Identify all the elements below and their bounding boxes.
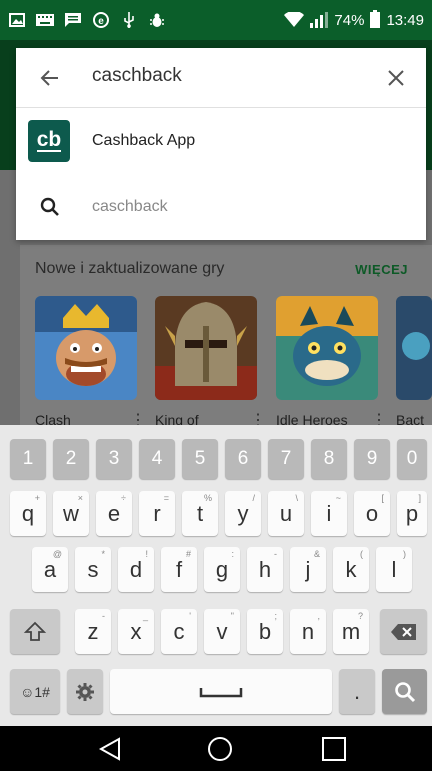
key-f[interactable]: # f: [161, 547, 197, 592]
suggestion-label: caschback: [92, 198, 168, 215]
key-n[interactable]: ,n: [290, 609, 326, 654]
key-6[interactable]: 6: [225, 439, 261, 479]
space-bar[interactable]: [110, 669, 332, 714]
backspace-key[interactable]: [380, 609, 427, 654]
period-key[interactable]: .: [339, 669, 375, 714]
keyboard-search-key[interactable]: [382, 669, 427, 714]
backspace-icon: [390, 623, 416, 640]
e-icon: e: [92, 12, 110, 28]
shift-key[interactable]: [10, 609, 60, 654]
navigation-bar: [0, 726, 432, 771]
gallery-icon: [8, 12, 26, 28]
usb-icon: [120, 12, 138, 28]
keyboard: 1 2 3 4 5 6 7 8 9 0 + q × w ÷ e = r % t / y \ u…: [0, 425, 432, 726]
back-icon[interactable]: [95, 734, 125, 764]
key-0[interactable]: 0: [397, 439, 427, 479]
message-icon: [64, 12, 82, 28]
key-o[interactable]: [o: [354, 491, 390, 536]
key-z[interactable]: -z: [75, 609, 111, 654]
gear-icon: [76, 682, 94, 701]
cashback-app-icon: cb: [28, 120, 70, 162]
key-y[interactable]: / y: [225, 491, 261, 536]
space-icon: [199, 687, 243, 697]
key-w[interactable]: × w: [53, 491, 89, 536]
search-icon: [394, 681, 415, 702]
clock: 13:49: [386, 11, 424, 29]
home-icon[interactable]: [205, 734, 235, 764]
search-input[interactable]: [92, 65, 372, 87]
key-l[interactable]: ) l: [376, 547, 412, 592]
key-8[interactable]: 8: [311, 439, 347, 479]
suggestion-query[interactable]: caschback: [16, 174, 426, 240]
key-q[interactable]: + q: [10, 491, 46, 536]
app-tile-king-of[interactable]: [155, 296, 257, 400]
key-3[interactable]: 3: [96, 439, 132, 479]
key-a[interactable]: @ a: [32, 547, 68, 592]
symbols-key[interactable]: ☺1#: [10, 669, 60, 714]
signal-icon: [310, 12, 329, 28]
key-i[interactable]: ~ i: [311, 491, 347, 536]
key-5[interactable]: 5: [182, 439, 218, 479]
back-arrow-icon[interactable]: [38, 66, 62, 90]
key-1[interactable]: 1: [10, 439, 46, 479]
key-u[interactable]: \ u: [268, 491, 304, 536]
key-e[interactable]: ÷ e: [96, 491, 132, 536]
key-4[interactable]: 4: [139, 439, 175, 479]
key-d[interactable]: ! d: [118, 547, 154, 592]
app-tile-clash[interactable]: [35, 296, 137, 400]
key-h[interactable]: -h: [247, 547, 283, 592]
status-bar: e 74% 13:49: [0, 0, 432, 40]
search-icon: [38, 195, 62, 219]
suggestion-app[interactable]: cb Cashback App: [16, 108, 426, 174]
key-t[interactable]: % t: [182, 491, 218, 536]
wifi-icon: [284, 12, 305, 27]
app-tile-idle-heroes[interactable]: [276, 296, 378, 400]
key-b[interactable]: ; b: [247, 609, 283, 654]
settings-key[interactable]: [67, 669, 103, 714]
key-s[interactable]: * s: [75, 547, 111, 592]
svg-text:e: e: [98, 16, 104, 27]
key-m[interactable]: ? m: [333, 609, 369, 654]
key-x[interactable]: _ x: [118, 609, 154, 654]
key-2[interactable]: 2: [53, 439, 89, 479]
search-panel: cb Cashback App caschback: [16, 48, 426, 240]
battery-percent: 74%: [334, 11, 365, 29]
key-c[interactable]: ' c: [161, 609, 197, 654]
keyboard-icon: [36, 12, 54, 28]
key-7[interactable]: 7: [268, 439, 304, 479]
recents-icon[interactable]: [319, 734, 349, 764]
key-v[interactable]: " v: [204, 609, 240, 654]
shift-icon: [23, 621, 47, 641]
key-9[interactable]: 9: [354, 439, 390, 479]
key-k[interactable]: (k: [333, 547, 369, 592]
key-j[interactable]: & j: [290, 547, 326, 592]
key-r[interactable]: = r: [139, 491, 175, 536]
key-g[interactable]: :g: [204, 547, 240, 592]
suggestion-label: Cashback App: [92, 132, 196, 149]
search-bar: [16, 48, 426, 108]
debug-icon: [148, 12, 166, 28]
key-p[interactable]: ] p: [397, 491, 427, 536]
battery-icon: [370, 10, 381, 28]
close-icon[interactable]: [384, 66, 408, 90]
section-title: Nowe i zaktualizowane gry: [35, 260, 225, 277]
more-link[interactable]: WIĘCEJ: [355, 262, 408, 277]
app-tile-bact[interactable]: [396, 296, 432, 400]
